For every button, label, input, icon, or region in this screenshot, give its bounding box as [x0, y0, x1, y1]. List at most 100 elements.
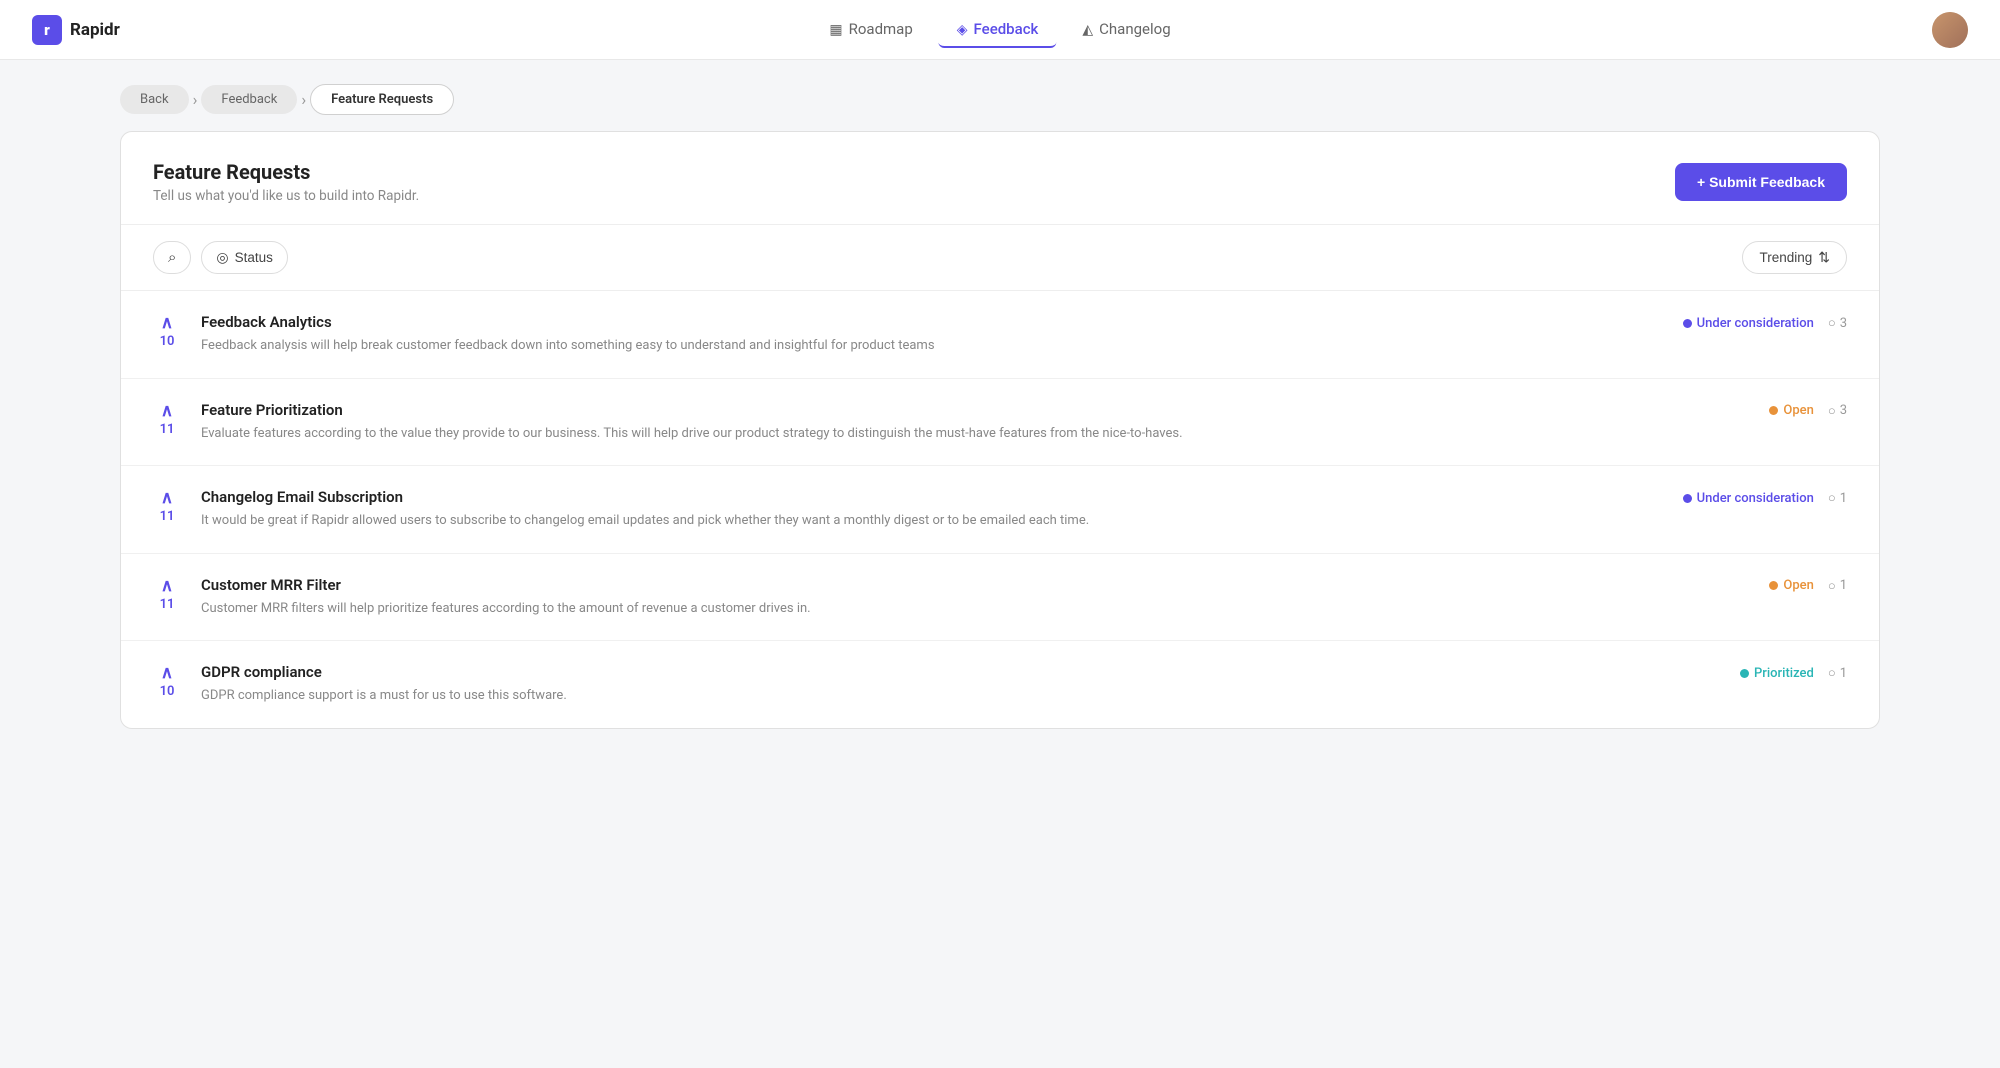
sort-icon: ⇅ — [1818, 249, 1830, 266]
feedback-description: Evaluate features according to the value… — [201, 424, 1749, 444]
breadcrumb-arrow-2: › — [301, 90, 306, 109]
status-badge: Under consideration — [1683, 491, 1814, 506]
filters-left: Status — [153, 241, 288, 274]
status-filter-button[interactable]: Status — [201, 241, 288, 274]
vote-section: 10 — [153, 663, 181, 699]
status-filter-label: Status — [235, 250, 273, 265]
status-dot — [1769, 581, 1778, 590]
comment-count: ○ 3 — [1828, 315, 1847, 331]
app-name: Rapidr — [70, 20, 120, 40]
comment-number: 3 — [1840, 316, 1847, 331]
feedback-body: GDPR compliance GDPR compliance support … — [201, 663, 1720, 706]
comment-count: ○ 1 — [1828, 490, 1847, 506]
vote-count: 11 — [160, 422, 175, 437]
feedback-meta: Prioritized ○ 1 — [1740, 663, 1847, 681]
nav-items: Roadmap Feedback Changelog — [811, 12, 1188, 48]
feedback-title: Customer MRR Filter — [201, 576, 1749, 594]
nav-feedback[interactable]: Feedback — [939, 12, 1057, 48]
card-header-text: Feature Requests Tell us what you'd like… — [153, 160, 419, 204]
feedback-title: GDPR compliance — [201, 663, 1720, 681]
search-icon — [168, 249, 176, 266]
comment-icon: ○ — [1828, 578, 1836, 594]
upvote-button[interactable] — [161, 578, 173, 595]
roadmap-icon — [829, 20, 842, 38]
feedback-description: Feedback analysis will help break custom… — [201, 336, 1663, 356]
feedback-body: Customer MRR Filter Customer MRR filters… — [201, 576, 1749, 619]
feedback-item[interactable]: 11 Customer MRR Filter Customer MRR filt… — [121, 554, 1879, 642]
avatar-image — [1932, 12, 1968, 48]
comment-icon: ○ — [1828, 665, 1836, 681]
feedback-title: Feedback Analytics — [201, 313, 1663, 331]
main-content: Feature Requests Tell us what you'd like… — [0, 131, 2000, 729]
status-badge: Open — [1769, 403, 1813, 418]
feedback-meta: Under consideration ○ 3 — [1683, 313, 1847, 331]
comment-count: ○ 1 — [1828, 665, 1847, 681]
status-badge: Under consideration — [1683, 316, 1814, 331]
upvote-button[interactable] — [161, 665, 173, 682]
breadcrumb-feature-requests[interactable]: Feature Requests — [310, 84, 454, 115]
status-icon — [216, 249, 228, 266]
feature-requests-card: Feature Requests Tell us what you'd like… — [120, 131, 1880, 729]
status-text: Under consideration — [1697, 316, 1814, 331]
search-button[interactable] — [153, 241, 191, 274]
card-header: Feature Requests Tell us what you'd like… — [121, 132, 1879, 225]
upvote-button[interactable] — [161, 315, 173, 332]
status-badge: Prioritized — [1740, 666, 1814, 681]
comment-number: 1 — [1840, 578, 1847, 593]
status-text: Under consideration — [1697, 491, 1814, 506]
feedback-list: 10 Feedback Analytics Feedback analysis … — [121, 291, 1879, 728]
feedback-meta: Open ○ 1 — [1769, 576, 1847, 594]
vote-count: 10 — [160, 334, 175, 349]
changelog-icon — [1082, 20, 1093, 38]
vote-section: 11 — [153, 576, 181, 612]
feedback-title: Feature Prioritization — [201, 401, 1749, 419]
filters-row: Status Trending ⇅ — [121, 225, 1879, 291]
upvote-button[interactable] — [161, 490, 173, 507]
vote-section: 11 — [153, 488, 181, 524]
app-logo[interactable]: r Rapidr — [32, 15, 120, 45]
sort-button[interactable]: Trending ⇅ — [1742, 241, 1847, 274]
comment-number: 1 — [1840, 491, 1847, 506]
comment-count: ○ 1 — [1828, 578, 1847, 594]
feedback-item[interactable]: 11 Changelog Email Subscription It would… — [121, 466, 1879, 554]
logo-icon: r — [32, 15, 62, 45]
comment-number: 1 — [1840, 666, 1847, 681]
feedback-meta: Under consideration ○ 1 — [1683, 488, 1847, 506]
page-title: Feature Requests — [153, 160, 419, 184]
status-dot — [1683, 494, 1692, 503]
feedback-meta: Open ○ 3 — [1769, 401, 1847, 419]
upvote-button[interactable] — [161, 403, 173, 420]
sort-label: Trending — [1759, 250, 1812, 265]
status-text: Open — [1783, 403, 1813, 418]
vote-count: 10 — [160, 684, 175, 699]
feedback-body: Changelog Email Subscription It would be… — [201, 488, 1663, 531]
feedback-description: Customer MRR filters will help prioritiz… — [201, 599, 1749, 619]
feedback-body: Feature Prioritization Evaluate features… — [201, 401, 1749, 444]
breadcrumb-arrow-1: › — [193, 90, 198, 109]
status-dot — [1740, 669, 1749, 678]
status-dot — [1683, 319, 1692, 328]
status-text: Open — [1783, 578, 1813, 593]
feedback-body: Feedback Analytics Feedback analysis wil… — [201, 313, 1663, 356]
vote-section: 10 — [153, 313, 181, 349]
vote-count: 11 — [160, 509, 175, 524]
avatar[interactable] — [1932, 12, 1968, 48]
feedback-icon — [957, 20, 968, 38]
status-text: Prioritized — [1754, 666, 1814, 681]
breadcrumb-feedback[interactable]: Feedback — [201, 85, 297, 114]
nav-roadmap-label: Roadmap — [849, 20, 913, 38]
submit-feedback-button[interactable]: + Submit Feedback — [1675, 163, 1847, 201]
nav-changelog[interactable]: Changelog — [1064, 12, 1188, 48]
breadcrumb-back[interactable]: Back — [120, 85, 189, 114]
vote-count: 11 — [160, 597, 175, 612]
nav-changelog-label: Changelog — [1099, 20, 1170, 38]
feedback-item[interactable]: 10 GDPR compliance GDPR compliance suppo… — [121, 641, 1879, 728]
feedback-item[interactable]: 11 Feature Prioritization Evaluate featu… — [121, 379, 1879, 467]
status-dot — [1769, 406, 1778, 415]
breadcrumb: Back › Feedback › Feature Requests — [0, 60, 2000, 131]
feedback-item[interactable]: 10 Feedback Analytics Feedback analysis … — [121, 291, 1879, 379]
comment-count: ○ 3 — [1828, 403, 1847, 419]
feedback-description: It would be great if Rapidr allowed user… — [201, 511, 1663, 531]
navbar: r Rapidr Roadmap Feedback Changelog — [0, 0, 2000, 60]
nav-roadmap[interactable]: Roadmap — [811, 12, 930, 48]
